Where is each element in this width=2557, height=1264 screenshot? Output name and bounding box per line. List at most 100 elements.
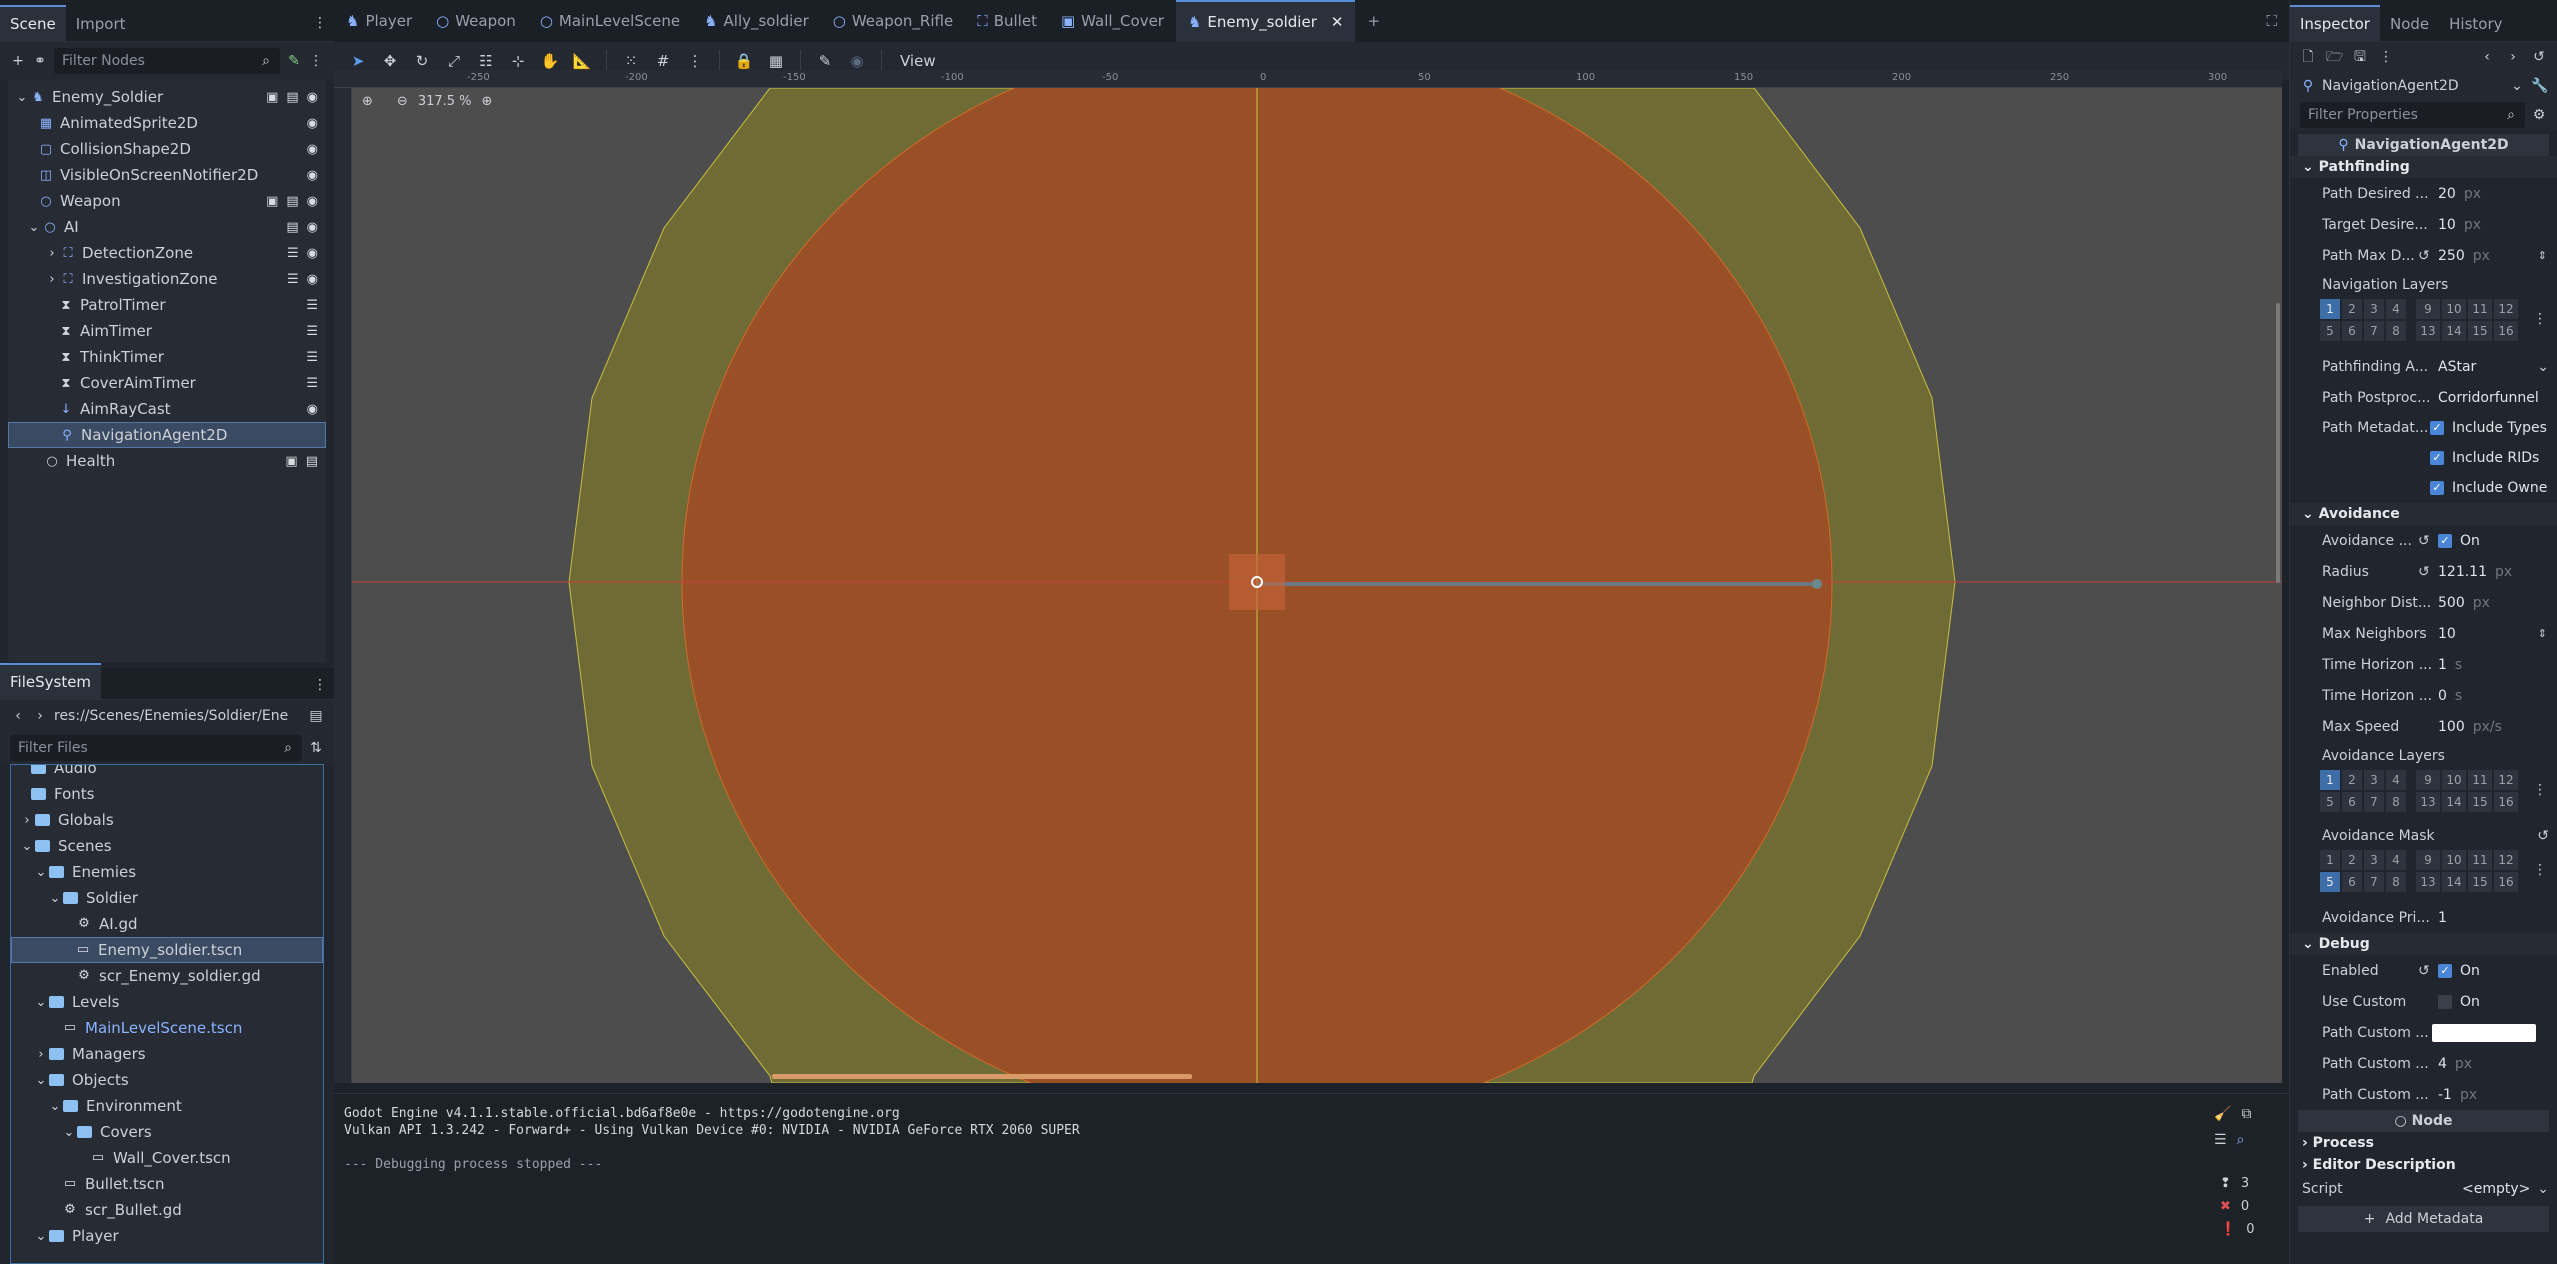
prop-script[interactable]: Script <empty> ⌄	[2290, 1176, 2557, 1202]
layer-cell[interactable]: 9	[2416, 299, 2440, 319]
file-row[interactable]: ⌄ Objects	[11, 1067, 323, 1093]
zoom-out-icon[interactable]: ⊖	[397, 94, 408, 109]
file-row[interactable]: ⌄ Scenes	[11, 833, 323, 859]
prop-path-max-distance[interactable]: Path Max D... ↺ 250 px ⇕	[2290, 240, 2557, 271]
prop-value[interactable]: 4 px	[2438, 1056, 2472, 1072]
navigation-layers-grid[interactable]: 1 2 3 4 9 10 11 12 5 6 7 8 13 14 15 16 ⋮	[2290, 299, 2557, 351]
prop-value[interactable]: 20 px	[2438, 186, 2481, 202]
prop-path-metadata-owners[interactable]: ✓ Include Owne	[2290, 473, 2557, 503]
layer-cell[interactable]: 13	[2416, 792, 2440, 812]
visibility-eye-icon[interactable]: ◉	[307, 402, 318, 417]
collapse-icon[interactable]: ☰	[2214, 1132, 2227, 1148]
file-row[interactable]: ⌄ Environment	[11, 1093, 323, 1119]
signal-icon[interactable]: ☰	[287, 272, 299, 287]
layer-cell[interactable]: 9	[2416, 850, 2440, 870]
tree-node[interactable]: ▦ AnimatedSprite2D ◉	[8, 110, 326, 136]
layer-cell[interactable]: 7	[2364, 792, 2384, 812]
filter-files-input[interactable]: Filter Files ⌕	[10, 735, 302, 761]
layer-cell[interactable]: 10	[2442, 770, 2466, 790]
save-icon[interactable]: 🖫	[2352, 49, 2368, 65]
script-icon[interactable]: ▤	[286, 194, 298, 209]
layer-cell[interactable]: 10	[2442, 299, 2466, 319]
collapse-arrow-icon[interactable]: ⌄	[61, 1124, 77, 1140]
errors-filter[interactable]: ✖ 0	[2220, 1199, 2254, 1214]
collapse-arrow-icon[interactable]: ⌄	[26, 219, 42, 235]
prop-value[interactable]: <empty>	[2462, 1181, 2530, 1197]
section-avoidance[interactable]: ⌄ Avoidance	[2290, 503, 2557, 525]
layer-cell[interactable]: 15	[2468, 321, 2492, 341]
file-row[interactable]: ⌄ Enemies	[11, 859, 323, 885]
checkbox-checked[interactable]: ✓	[2430, 421, 2444, 435]
file-row[interactable]: ⚙ scr_Bullet.gd	[11, 1197, 323, 1223]
file-row[interactable]: ▭ MainLevelScene.tscn	[11, 1015, 323, 1041]
layer-cell[interactable]: 11	[2468, 770, 2492, 790]
zoom-level[interactable]: 317.5 %	[418, 94, 472, 109]
avoidance-layers-grid[interactable]: 1 2 3 4 9 10 11 12 5 6 7 8 13 14 15 16 ⋮	[2290, 770, 2557, 822]
vertical-scrollbar[interactable]	[2276, 303, 2280, 583]
chevron-down-icon[interactable]: ⌄	[2537, 359, 2549, 375]
tree-node[interactable]: ○ Weapon ▣ ▤ ◉	[8, 188, 326, 214]
scene-tab-active[interactable]: ♞ Enemy_soldier ✕	[1175, 0, 1356, 42]
menu-dots-icon[interactable]: ⋮	[2533, 311, 2547, 327]
spinner-icon[interactable]: ⇕	[2538, 627, 2547, 640]
enemy-sprite[interactable]	[1229, 554, 1285, 610]
collapse-arrow-icon[interactable]: ⌄	[47, 890, 63, 906]
distraction-free-button[interactable]: ⛶	[2254, 0, 2289, 42]
file-row[interactable]: ⌄ Soldier	[11, 885, 323, 911]
filter-nodes-input[interactable]: Filter Nodes ⌕	[54, 48, 280, 74]
tree-node[interactable]: › ⛶ InvestigationZone ☰ ◉	[8, 266, 326, 292]
layer-cell[interactable]: 6	[2342, 321, 2362, 341]
layer-cell[interactable]: 3	[2364, 850, 2384, 870]
section-pathfinding[interactable]: ⌄ Pathfinding	[2290, 156, 2557, 178]
file-row[interactable]: ⚙ scr_Enemy_soldier.gd	[11, 963, 323, 989]
tab-inspector[interactable]: Inspector	[2290, 5, 2380, 41]
tab-scene[interactable]: Scene	[0, 5, 66, 41]
layer-cell[interactable]: 11	[2468, 299, 2492, 319]
prop-value[interactable]: 250 px	[2438, 248, 2490, 264]
prop-value[interactable]: 10	[2438, 626, 2456, 642]
menu-dots-icon[interactable]: ⋮	[308, 53, 324, 69]
file-row[interactable]: Audio	[11, 765, 323, 781]
layer-cell[interactable]: 14	[2442, 792, 2466, 812]
revert-icon[interactable]: ↺	[2418, 963, 2430, 979]
prop-value[interactable]: 1s	[2438, 657, 2462, 673]
menu-dots-icon[interactable]: ⋮	[2378, 49, 2394, 65]
layer-cell[interactable]: 8	[2386, 321, 2406, 341]
clear-log-icon[interactable]: 🧹	[2214, 1106, 2231, 1122]
file-row[interactable]: ▭ Bullet.tscn	[11, 1171, 323, 1197]
revert-icon[interactable]: ↺	[2418, 248, 2430, 264]
scene-tab[interactable]: ▣ Wall_Cover	[1049, 0, 1176, 42]
layer-cell[interactable]: 10	[2442, 850, 2466, 870]
prop-path-metadata[interactable]: Path Metadat... ✓ Include Types	[2290, 413, 2557, 443]
tree-node[interactable]: ⌄ ♞ Enemy_Soldier ▣ ▤ ◉	[8, 84, 326, 110]
layer-cell[interactable]: 12	[2494, 850, 2518, 870]
prop-max-neighbors[interactable]: Max Neighbors 10 ⇕	[2290, 618, 2557, 649]
back-arrow-icon[interactable]: ‹	[10, 708, 26, 724]
layer-cell[interactable]: 8	[2386, 872, 2406, 892]
visibility-eye-icon[interactable]: ◉	[307, 116, 318, 131]
revert-icon[interactable]: ↺	[2418, 533, 2430, 549]
tools-icon[interactable]: 🔧	[2531, 78, 2548, 94]
chevron-down-icon[interactable]: ⌄	[2537, 1181, 2549, 1197]
revert-icon[interactable]: ↺	[2418, 564, 2430, 580]
open-folder-icon[interactable]: 🗁	[2326, 49, 2343, 65]
prop-time-horizon-obstacles[interactable]: Time Horizon ... 0 s	[2290, 680, 2557, 711]
prop-pathfinding-algorithm[interactable]: Pathfinding A... AStar ⌄	[2290, 351, 2557, 382]
layer-cell[interactable]: 4	[2386, 850, 2406, 870]
file-row[interactable]: ▭ Wall_Cover.tscn	[11, 1145, 323, 1171]
tree-node[interactable]: ⧗ PatrolTimer ☰	[8, 292, 326, 318]
selected-node-type[interactable]: NavigationAgent2D	[2322, 78, 2503, 94]
sort-icon[interactable]: ⇅	[308, 740, 324, 756]
spinner-icon[interactable]: ⇕	[2538, 249, 2547, 262]
signal-icon[interactable]: ☰	[287, 246, 299, 261]
script-icon[interactable]: ▤	[306, 454, 318, 469]
horizontal-scrollbar[interactable]	[772, 1074, 1192, 1079]
filter-properties-input[interactable]: Filter Properties ⌕	[2300, 102, 2525, 128]
prop-avoidance-priority[interactable]: Avoidance Pri... 1	[2290, 902, 2557, 933]
layer-cell[interactable]: 7	[2364, 872, 2384, 892]
file-row[interactable]: › Globals	[11, 807, 323, 833]
layer-cell[interactable]: 5	[2320, 792, 2340, 812]
layer-cell[interactable]: 13	[2416, 321, 2440, 341]
object-history-icon[interactable]: ↺	[2531, 49, 2547, 65]
close-icon[interactable]: ✕	[1331, 13, 1344, 31]
